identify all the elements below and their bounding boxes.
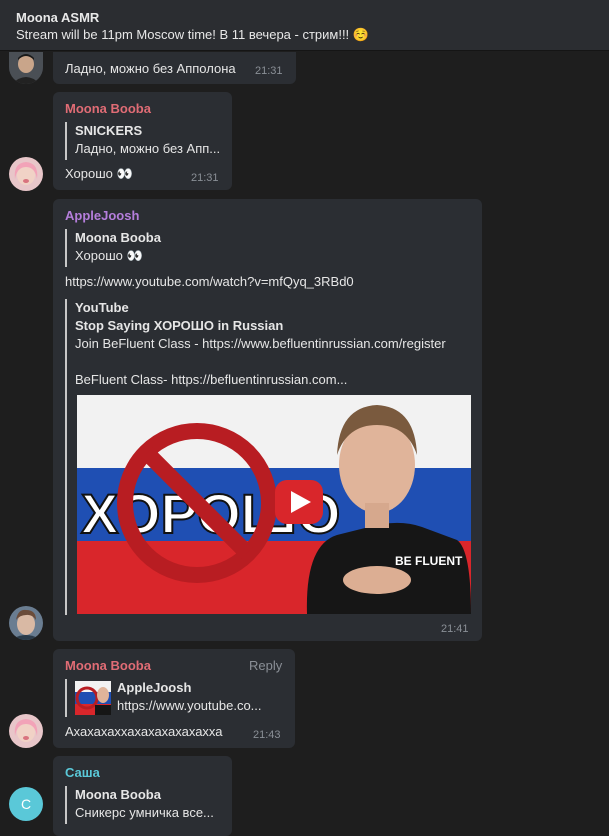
avatar[interactable]: С bbox=[9, 787, 43, 821]
reply-quote[interactable]: AppleJoosh https://www.youtube.co... bbox=[65, 679, 262, 717]
reply-quote[interactable]: SNICKERS Ладно, можно без Апп... bbox=[65, 122, 220, 160]
avatar[interactable] bbox=[9, 157, 43, 191]
pinned-message-bar[interactable]: Moona ASMR Stream will be 11pm Moscow ti… bbox=[0, 0, 609, 51]
message-bubble[interactable]: Саша Moona Booba Сникерс умничка все... bbox=[53, 756, 232, 836]
avatar[interactable] bbox=[9, 714, 43, 748]
preview-site: YouTube bbox=[75, 300, 129, 315]
message-time: 21:41 bbox=[441, 623, 469, 635]
quote-text: Сникерс умничка все... bbox=[75, 805, 214, 820]
quote-author: Moona Booba bbox=[75, 787, 161, 802]
preview-description-line1: Join BeFluent Class - https://www.beflue… bbox=[75, 336, 446, 351]
message-bubble[interactable]: Moona Booba Reply AppleJoosh https://www… bbox=[53, 649, 295, 748]
shirt-text: BE FLUENT bbox=[395, 554, 463, 568]
message-time: 21:31 bbox=[191, 172, 219, 184]
preview-title: Stop Saying ХОРОШО in Russian bbox=[75, 318, 284, 333]
pinned-title: Moona ASMR bbox=[16, 10, 100, 25]
message-text: Ахахахаххахахахахахахха bbox=[65, 724, 223, 739]
message-bubble[interactable]: Ладно, можно без Апполона 21:31 bbox=[53, 52, 296, 84]
reply-quote[interactable]: Moona Booba Хорошо 👀 bbox=[65, 229, 161, 267]
pinned-text: Stream will be 11pm Moscow time! В 11 ве… bbox=[16, 27, 369, 42]
message-text: Ладно, можно без Апполона bbox=[65, 61, 236, 76]
quote-author: AppleJoosh bbox=[117, 680, 192, 695]
avatar[interactable] bbox=[9, 52, 43, 84]
message-time: 21:31 bbox=[255, 65, 283, 77]
message-link[interactable]: https://www.youtube.com/watch?v=mfQyq_3R… bbox=[65, 274, 354, 289]
quote-author: SNICKERS bbox=[75, 123, 143, 138]
avatar[interactable] bbox=[9, 606, 43, 640]
message-author[interactable]: Moona Booba bbox=[65, 658, 151, 673]
preview-description-line2: BeFluent Class- https://befluentinrussia… bbox=[75, 372, 348, 387]
reply-button[interactable]: Reply bbox=[249, 658, 282, 673]
reply-quote[interactable]: Moona Booba Сникерс умничка все... bbox=[65, 786, 214, 824]
quote-thumbnail bbox=[75, 681, 111, 715]
message-author[interactable]: Moona Booba bbox=[65, 101, 151, 116]
message-text: Хорошо 👀 bbox=[65, 166, 133, 181]
message-time: 21:43 bbox=[253, 729, 281, 741]
preview-spacer bbox=[75, 353, 470, 371]
message-author[interactable]: Саша bbox=[65, 765, 100, 780]
quote-text: Хорошо 👀 bbox=[75, 248, 143, 263]
message-bubble[interactable]: Moona Booba SNICKERS Ладно, можно без Ап… bbox=[53, 92, 232, 190]
video-thumbnail[interactable]: ХОРОШО BE FLUENT bbox=[77, 395, 471, 614]
quote-text: Ладно, можно без Апп... bbox=[75, 141, 221, 156]
message-bubble[interactable]: AppleJoosh Moona Booba Хорошо 👀 https://… bbox=[53, 199, 482, 641]
avatar-letter: С bbox=[20, 796, 32, 812]
link-preview[interactable]: YouTube Stop Saying ХОРОШО in Russian Jo… bbox=[65, 299, 471, 615]
quote-author: Moona Booba bbox=[75, 230, 161, 245]
message-author[interactable]: AppleJoosh bbox=[65, 208, 139, 223]
quote-text: https://www.youtube.co... bbox=[117, 698, 262, 713]
